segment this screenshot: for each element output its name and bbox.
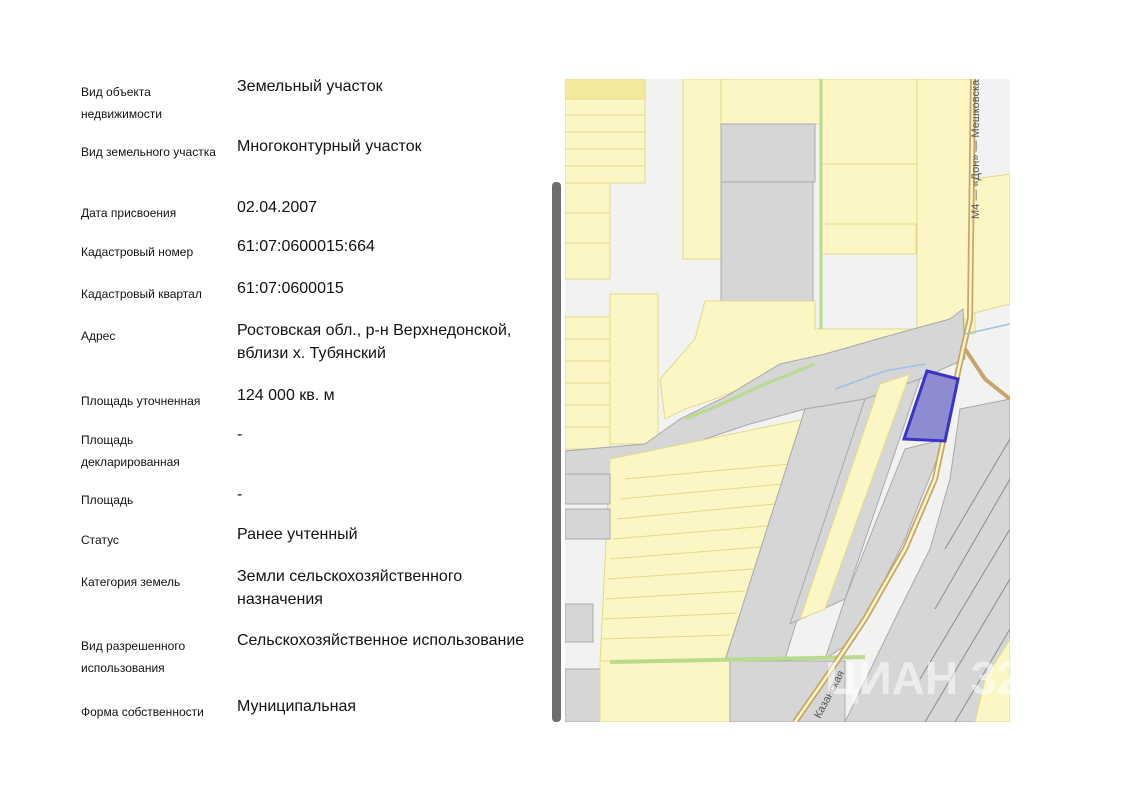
address-label: Адрес xyxy=(81,329,116,343)
status-label: Статус xyxy=(81,533,119,547)
ownership-value: Муниципальная xyxy=(237,698,357,715)
assign-date-label: Дата присвоения xyxy=(81,206,177,220)
status-value: Ранее учтенный xyxy=(237,526,358,543)
area-declared-label: Площадь декларированная xyxy=(81,433,180,469)
cadastral-quarter-value: 61:07:0600015 xyxy=(237,280,344,297)
cadastral-number-label: Кадастровый номер xyxy=(81,245,194,259)
map-canvas[interactable]: М4 — «Дон» — Мешковская Казанская ЦИАН 3… xyxy=(565,79,1010,722)
object-type-value: Земельный участок xyxy=(237,78,383,95)
watermark: ЦИАН 3236 xyxy=(825,652,1010,704)
land-category-value: Земли сельскохозяйственного назначения xyxy=(237,568,463,608)
land-type-label: Вид земельного участка xyxy=(81,145,216,159)
address-value: Ростовская обл., р-н Верхнедонской, вбли… xyxy=(237,322,512,362)
ownership-label: Форма собственности xyxy=(81,705,204,719)
land-type-value: Многоконтурный участок xyxy=(237,138,422,155)
area-label: Площадь xyxy=(81,493,134,507)
cadastral-quarter-label: Кадастровый квартал xyxy=(81,287,202,301)
object-type-label: Вид объекта недвижимости xyxy=(81,85,162,121)
permitted-use-value: Сельскохозяйственное использование xyxy=(237,632,525,649)
cadastral-map[interactable]: М4 — «Дон» — Мешковская Казанская ЦИАН 3… xyxy=(565,79,1010,722)
parcels-left-middle xyxy=(565,293,659,450)
area-refined-label: Площадь уточненная xyxy=(81,394,201,408)
land-category-label: Категория земель xyxy=(81,575,181,589)
assign-date-value: 02.04.2007 xyxy=(237,199,318,216)
cadastral-number-value: 61:07:0600015:664 xyxy=(237,238,375,255)
permitted-use-label: Вид разрешенного использования xyxy=(81,639,186,675)
area-declared-value: - xyxy=(237,426,243,443)
scrollbar[interactable] xyxy=(552,182,561,722)
gray-blocks xyxy=(720,123,816,303)
area-value: - xyxy=(237,486,243,503)
highway-label: М4 — «Дон» — Мешковская xyxy=(970,79,982,219)
area-refined-value: 124 000 кв. м xyxy=(237,387,335,404)
